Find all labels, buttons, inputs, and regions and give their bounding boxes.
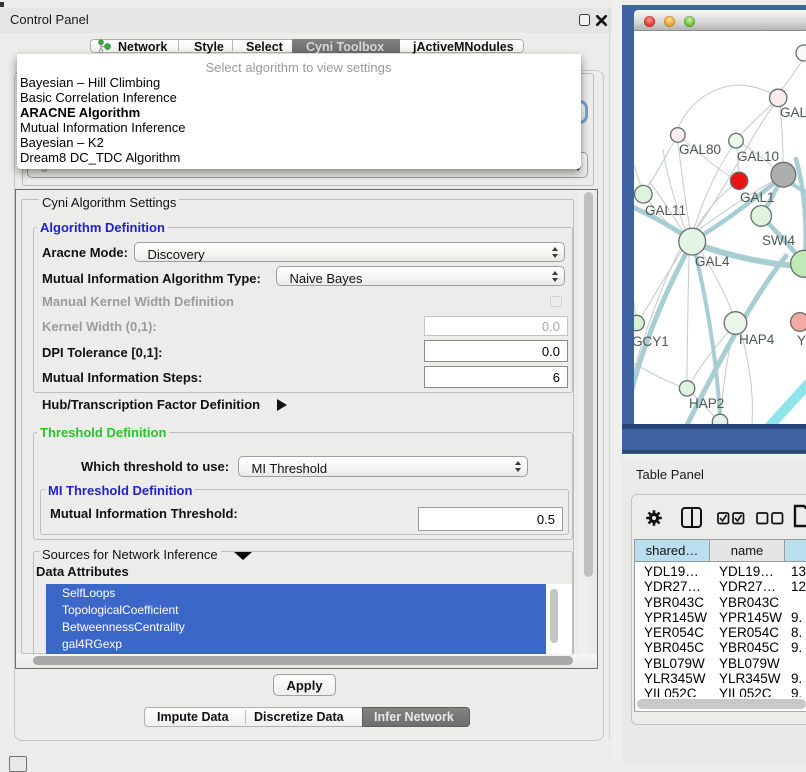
svg-text:GAL1: GAL1: [740, 190, 775, 205]
svg-text:GAL4: GAL4: [695, 254, 730, 269]
svg-text:HAP2: HAP2: [689, 396, 724, 411]
svg-text:HAP4: HAP4: [739, 332, 775, 347]
svg-text:GAL: GAL: [780, 105, 806, 120]
svg-text:Y: Y: [797, 333, 806, 348]
svg-text:SWI4: SWI4: [762, 233, 795, 248]
svg-text:GAL10: GAL10: [737, 149, 779, 164]
svg-text:GCY1: GCY1: [634, 334, 669, 349]
svg-text:GAL80: GAL80: [679, 142, 721, 157]
svg-text:GAL11: GAL11: [645, 203, 686, 218]
